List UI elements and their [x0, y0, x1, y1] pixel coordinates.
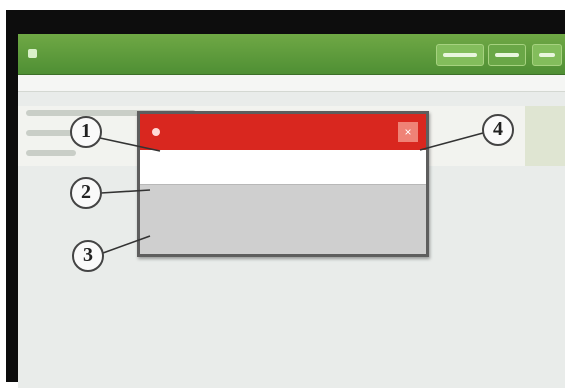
callout-3-leader: [102, 235, 151, 254]
callout-4: 4: [482, 114, 514, 146]
callout-2-leader: [100, 189, 151, 194]
callout-4-leader: [419, 132, 484, 151]
callout-3: 3: [72, 240, 104, 272]
callout-1-leader: [99, 137, 161, 152]
callout-1: 1: [70, 116, 102, 148]
callout-2: 2: [70, 177, 102, 209]
